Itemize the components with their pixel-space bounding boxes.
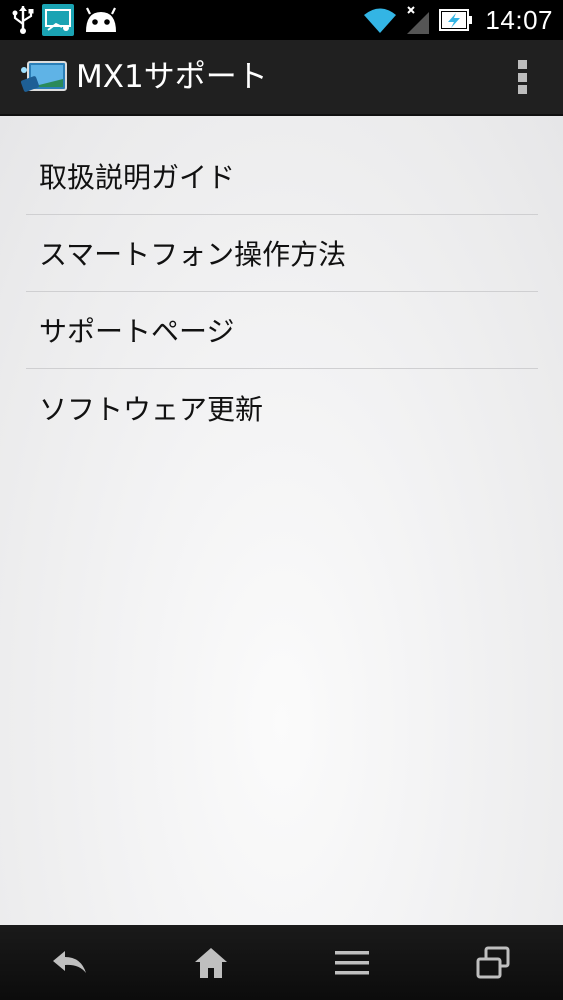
- support-menu-list: 取扱説明ガイド スマートフォン操作方法 サポートページ ソフトウェア更新: [26, 138, 538, 446]
- system-icons: 14:07: [363, 0, 553, 40]
- mx1-app-icon[interactable]: [20, 58, 68, 98]
- overflow-dot: [517, 85, 527, 94]
- content-area: 取扱説明ガイド スマートフォン操作方法 サポートページ ソフトウェア更新: [0, 116, 563, 925]
- menu-item-smartphone-operation[interactable]: スマートフォン操作方法: [26, 215, 538, 292]
- back-icon: [51, 949, 89, 977]
- menu-item-software-update[interactable]: ソフトウェア更新: [26, 369, 538, 446]
- usb-icon: [12, 5, 34, 35]
- overflow-dot: [517, 60, 527, 69]
- back-button[interactable]: [30, 925, 110, 1000]
- menu-item-support-page[interactable]: サポートページ: [26, 292, 538, 369]
- navigation-bar: [0, 925, 563, 1000]
- android-notification-icon: [82, 6, 120, 34]
- menu-icon: [334, 949, 369, 977]
- recent-apps-icon: [476, 946, 510, 980]
- wifi-icon: [363, 6, 397, 34]
- signal-no-sim-icon: [405, 5, 431, 35]
- home-icon: [194, 947, 228, 979]
- home-button[interactable]: [171, 925, 251, 1000]
- status-bar: 14:07: [0, 0, 563, 40]
- recent-apps-button[interactable]: [453, 925, 533, 1000]
- overflow-menu-icon[interactable]: [507, 58, 537, 96]
- overflow-dot: [517, 72, 527, 82]
- menu-item-manual-guide[interactable]: 取扱説明ガイド: [26, 138, 538, 215]
- screen-mirror-notification-icon: [42, 4, 74, 36]
- status-time: 14:07: [485, 4, 553, 35]
- menu-button[interactable]: [312, 925, 392, 1000]
- action-bar: MX1サポート: [0, 40, 563, 116]
- app-title: MX1サポート: [76, 59, 268, 95]
- notification-icons: [12, 3, 120, 37]
- battery-charging-icon: [439, 8, 473, 32]
